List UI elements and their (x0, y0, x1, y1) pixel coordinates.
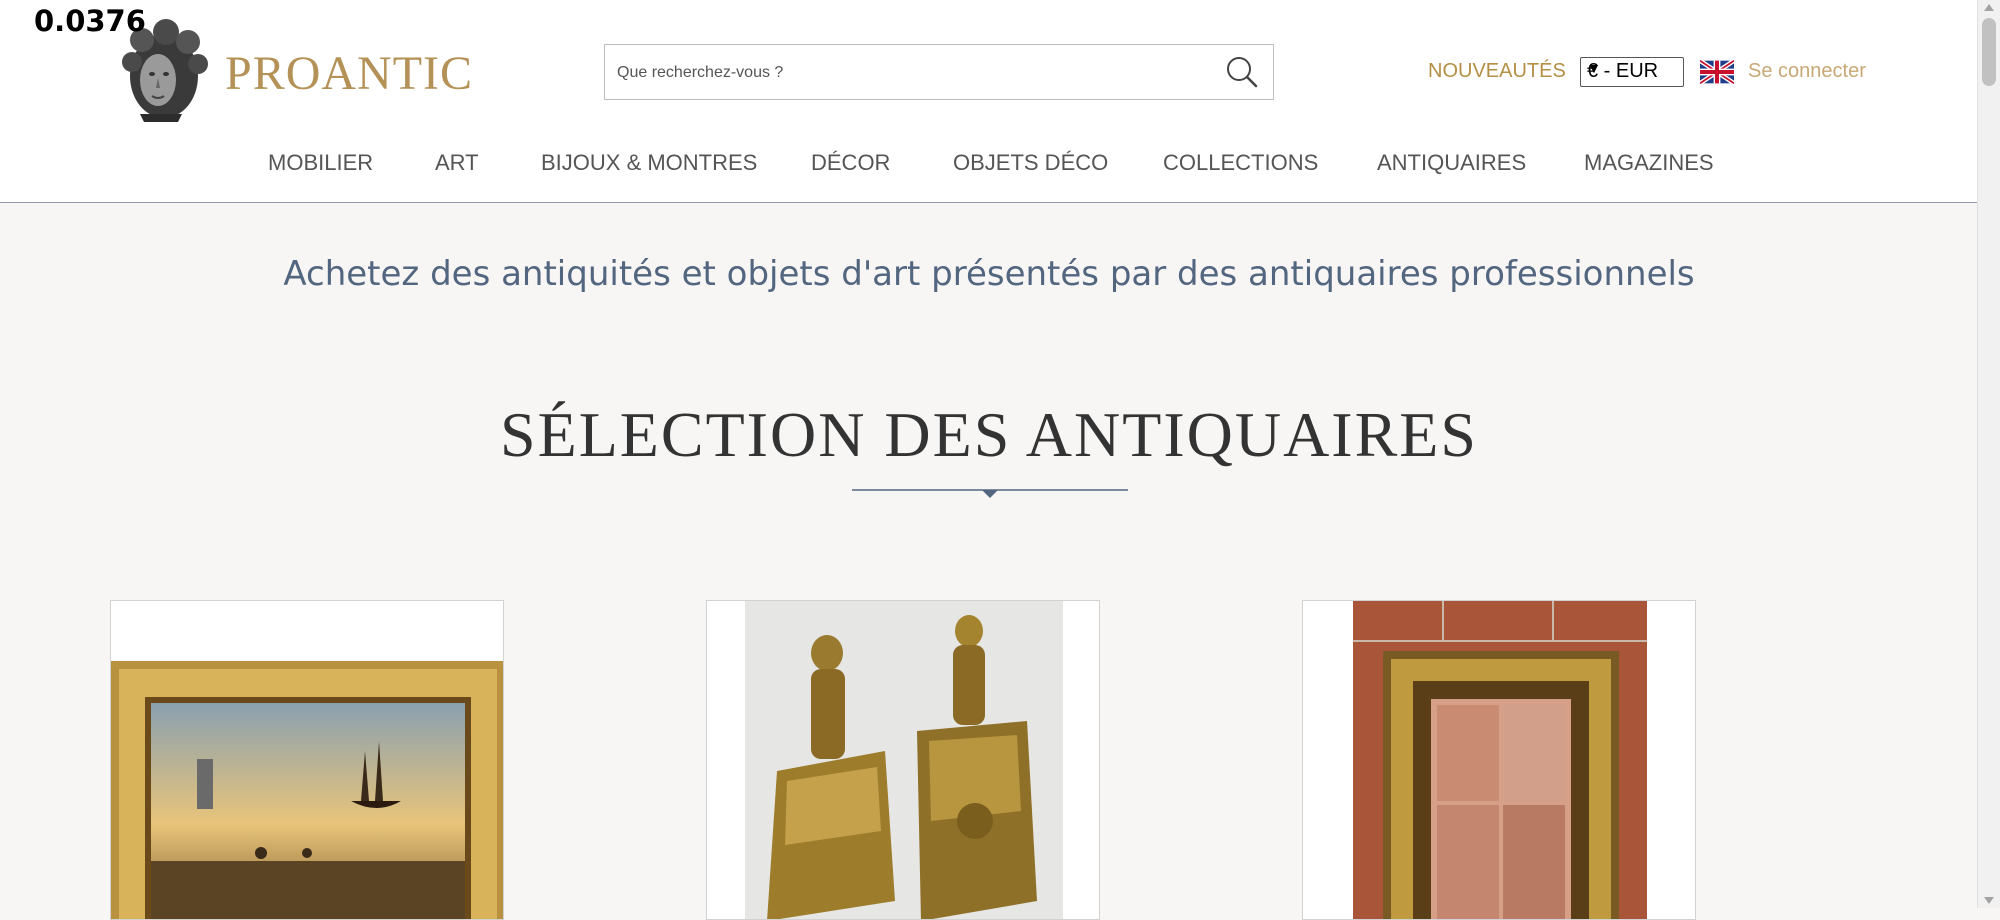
product-card[interactable] (110, 600, 504, 920)
scroll-up-icon[interactable] (1984, 4, 1994, 11)
nav-item-collections[interactable]: COLLECTIONS (1163, 150, 1318, 176)
overlay-score: 0.0376 (34, 4, 146, 38)
main-nav: MOBILIER ART BIJOUX & MONTRES DÉCOR OBJE… (0, 150, 1978, 180)
brand-name[interactable]: PROANTIC (225, 46, 473, 101)
product-image-frame[interactable] (1303, 601, 1696, 920)
nav-item-objets-deco[interactable]: OBJETS DÉCO (953, 150, 1108, 176)
scroll-down-icon[interactable] (1984, 897, 1994, 904)
login-link[interactable]: Se connecter (1748, 60, 1866, 83)
vertical-scrollbar[interactable] (1977, 0, 2000, 908)
nav-item-bijoux-montres[interactable]: BIJOUX & MONTRES (541, 150, 757, 176)
chevron-down-icon: ▼ (1587, 60, 1601, 76)
product-card[interactable] (706, 600, 1100, 920)
nav-item-decor[interactable]: DÉCOR (811, 150, 890, 176)
nav-item-art[interactable]: ART (435, 150, 479, 176)
product-image-chenets[interactable] (707, 601, 1100, 920)
site-header: PROANTIC NOUVEAUTÉS € - EUR ▼ Se connect… (0, 0, 1978, 203)
uk-flag-icon[interactable] (1700, 60, 1734, 84)
title-divider (852, 489, 1128, 498)
scrollbar-thumb[interactable] (1982, 18, 1996, 86)
nav-item-mobilier[interactable]: MOBILIER (268, 150, 373, 176)
product-image-painting[interactable] (111, 601, 504, 920)
nav-item-antiquaires[interactable]: ANTIQUAIRES (1377, 150, 1526, 176)
section-title: SÉLECTION DES ANTIQUAIRES (500, 399, 1478, 470)
product-card[interactable] (1302, 600, 1696, 920)
search-icon[interactable] (1225, 55, 1259, 89)
page-tagline: Achetez des antiquités et objets d'art p… (283, 254, 1695, 294)
search-bar (604, 44, 1274, 100)
nouveautes-link[interactable]: NOUVEAUTÉS (1428, 60, 1566, 83)
currency-select[interactable]: € - EUR ▼ (1580, 57, 1684, 87)
nav-item-magazines[interactable]: MAGAZINES (1584, 150, 1714, 176)
search-input[interactable] (615, 57, 1219, 89)
